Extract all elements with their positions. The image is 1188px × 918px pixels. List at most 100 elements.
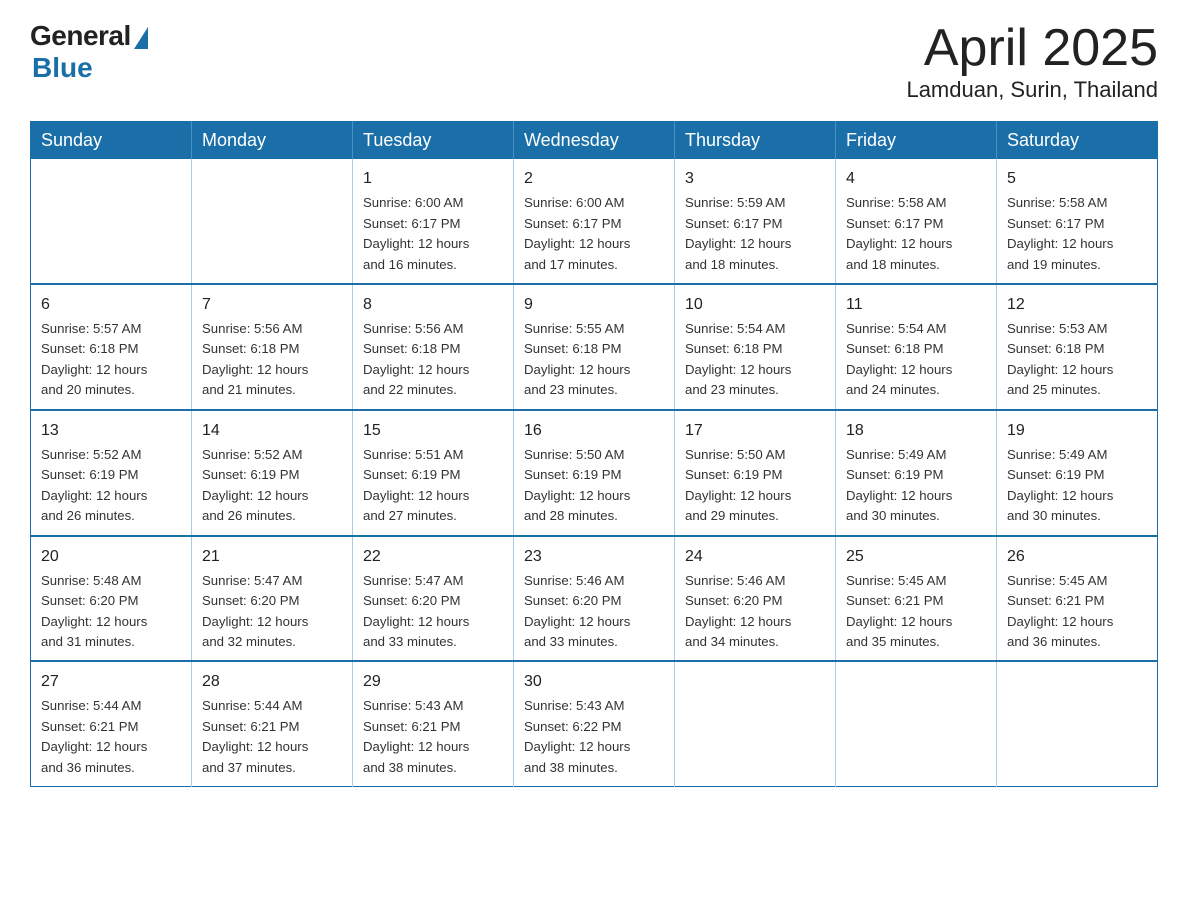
day-info: Sunrise: 5:49 AM Sunset: 6:19 PM Dayligh… <box>1007 445 1147 527</box>
calendar-cell: 13Sunrise: 5:52 AM Sunset: 6:19 PM Dayli… <box>31 410 192 536</box>
day-info: Sunrise: 5:51 AM Sunset: 6:19 PM Dayligh… <box>363 445 503 527</box>
day-info: Sunrise: 5:59 AM Sunset: 6:17 PM Dayligh… <box>685 193 825 275</box>
calendar-week-row: 1Sunrise: 6:00 AM Sunset: 6:17 PM Daylig… <box>31 159 1158 284</box>
day-number: 27 <box>41 670 181 694</box>
day-number: 3 <box>685 167 825 191</box>
calendar-cell: 29Sunrise: 5:43 AM Sunset: 6:21 PM Dayli… <box>353 661 514 786</box>
day-number: 8 <box>363 293 503 317</box>
calendar-cell: 24Sunrise: 5:46 AM Sunset: 6:20 PM Dayli… <box>675 536 836 662</box>
day-info: Sunrise: 5:53 AM Sunset: 6:18 PM Dayligh… <box>1007 319 1147 401</box>
day-info: Sunrise: 5:50 AM Sunset: 6:19 PM Dayligh… <box>685 445 825 527</box>
calendar-cell: 23Sunrise: 5:46 AM Sunset: 6:20 PM Dayli… <box>514 536 675 662</box>
day-info: Sunrise: 5:55 AM Sunset: 6:18 PM Dayligh… <box>524 319 664 401</box>
calendar-week-row: 13Sunrise: 5:52 AM Sunset: 6:19 PM Dayli… <box>31 410 1158 536</box>
day-info: Sunrise: 5:46 AM Sunset: 6:20 PM Dayligh… <box>524 571 664 653</box>
day-number: 6 <box>41 293 181 317</box>
calendar-cell: 19Sunrise: 5:49 AM Sunset: 6:19 PM Dayli… <box>997 410 1158 536</box>
logo-triangle-icon <box>134 27 148 49</box>
day-number: 13 <box>41 419 181 443</box>
day-info: Sunrise: 6:00 AM Sunset: 6:17 PM Dayligh… <box>363 193 503 275</box>
calendar-cell: 30Sunrise: 5:43 AM Sunset: 6:22 PM Dayli… <box>514 661 675 786</box>
calendar-cell: 22Sunrise: 5:47 AM Sunset: 6:20 PM Dayli… <box>353 536 514 662</box>
day-number: 9 <box>524 293 664 317</box>
calendar-cell: 27Sunrise: 5:44 AM Sunset: 6:21 PM Dayli… <box>31 661 192 786</box>
weekday-header-sunday: Sunday <box>31 122 192 160</box>
day-number: 10 <box>685 293 825 317</box>
day-number: 7 <box>202 293 342 317</box>
calendar-cell <box>997 661 1158 786</box>
calendar-table: SundayMondayTuesdayWednesdayThursdayFrid… <box>30 121 1158 787</box>
day-number: 26 <box>1007 545 1147 569</box>
day-number: 16 <box>524 419 664 443</box>
calendar-cell: 20Sunrise: 5:48 AM Sunset: 6:20 PM Dayli… <box>31 536 192 662</box>
logo: General Blue <box>30 20 148 84</box>
location-subtitle: Lamduan, Surin, Thailand <box>906 77 1158 103</box>
day-number: 21 <box>202 545 342 569</box>
calendar-cell: 5Sunrise: 5:58 AM Sunset: 6:17 PM Daylig… <box>997 159 1158 284</box>
calendar-cell: 12Sunrise: 5:53 AM Sunset: 6:18 PM Dayli… <box>997 284 1158 410</box>
calendar-cell: 10Sunrise: 5:54 AM Sunset: 6:18 PM Dayli… <box>675 284 836 410</box>
title-area: April 2025 Lamduan, Surin, Thailand <box>906 20 1158 103</box>
day-info: Sunrise: 5:54 AM Sunset: 6:18 PM Dayligh… <box>685 319 825 401</box>
day-info: Sunrise: 5:58 AM Sunset: 6:17 PM Dayligh… <box>846 193 986 275</box>
logo-general-text: General <box>30 20 131 52</box>
weekday-header-monday: Monday <box>192 122 353 160</box>
calendar-cell: 6Sunrise: 5:57 AM Sunset: 6:18 PM Daylig… <box>31 284 192 410</box>
day-info: Sunrise: 5:44 AM Sunset: 6:21 PM Dayligh… <box>41 696 181 778</box>
page-header: General Blue April 2025 Lamduan, Surin, … <box>30 20 1158 103</box>
calendar-cell <box>31 159 192 284</box>
day-number: 22 <box>363 545 503 569</box>
calendar-cell: 25Sunrise: 5:45 AM Sunset: 6:21 PM Dayli… <box>836 536 997 662</box>
day-number: 19 <box>1007 419 1147 443</box>
day-number: 2 <box>524 167 664 191</box>
calendar-cell: 28Sunrise: 5:44 AM Sunset: 6:21 PM Dayli… <box>192 661 353 786</box>
calendar-cell: 17Sunrise: 5:50 AM Sunset: 6:19 PM Dayli… <box>675 410 836 536</box>
calendar-cell <box>836 661 997 786</box>
day-info: Sunrise: 5:43 AM Sunset: 6:21 PM Dayligh… <box>363 696 503 778</box>
day-number: 20 <box>41 545 181 569</box>
logo-blue-text: Blue <box>32 52 93 84</box>
calendar-cell: 1Sunrise: 6:00 AM Sunset: 6:17 PM Daylig… <box>353 159 514 284</box>
calendar-cell: 26Sunrise: 5:45 AM Sunset: 6:21 PM Dayli… <box>997 536 1158 662</box>
day-info: Sunrise: 5:46 AM Sunset: 6:20 PM Dayligh… <box>685 571 825 653</box>
calendar-week-row: 27Sunrise: 5:44 AM Sunset: 6:21 PM Dayli… <box>31 661 1158 786</box>
day-info: Sunrise: 5:45 AM Sunset: 6:21 PM Dayligh… <box>846 571 986 653</box>
day-info: Sunrise: 5:47 AM Sunset: 6:20 PM Dayligh… <box>363 571 503 653</box>
weekday-header-friday: Friday <box>836 122 997 160</box>
calendar-cell: 14Sunrise: 5:52 AM Sunset: 6:19 PM Dayli… <box>192 410 353 536</box>
day-info: Sunrise: 5:56 AM Sunset: 6:18 PM Dayligh… <box>363 319 503 401</box>
day-number: 14 <box>202 419 342 443</box>
day-number: 28 <box>202 670 342 694</box>
calendar-cell <box>675 661 836 786</box>
calendar-week-row: 6Sunrise: 5:57 AM Sunset: 6:18 PM Daylig… <box>31 284 1158 410</box>
weekday-header-saturday: Saturday <box>997 122 1158 160</box>
day-number: 17 <box>685 419 825 443</box>
calendar-cell: 7Sunrise: 5:56 AM Sunset: 6:18 PM Daylig… <box>192 284 353 410</box>
day-info: Sunrise: 5:57 AM Sunset: 6:18 PM Dayligh… <box>41 319 181 401</box>
day-info: Sunrise: 5:49 AM Sunset: 6:19 PM Dayligh… <box>846 445 986 527</box>
day-info: Sunrise: 5:48 AM Sunset: 6:20 PM Dayligh… <box>41 571 181 653</box>
calendar-body: 1Sunrise: 6:00 AM Sunset: 6:17 PM Daylig… <box>31 159 1158 787</box>
day-number: 24 <box>685 545 825 569</box>
day-number: 5 <box>1007 167 1147 191</box>
day-info: Sunrise: 5:56 AM Sunset: 6:18 PM Dayligh… <box>202 319 342 401</box>
day-info: Sunrise: 5:52 AM Sunset: 6:19 PM Dayligh… <box>41 445 181 527</box>
calendar-cell: 15Sunrise: 5:51 AM Sunset: 6:19 PM Dayli… <box>353 410 514 536</box>
day-info: Sunrise: 5:43 AM Sunset: 6:22 PM Dayligh… <box>524 696 664 778</box>
calendar-week-row: 20Sunrise: 5:48 AM Sunset: 6:20 PM Dayli… <box>31 536 1158 662</box>
calendar-cell: 4Sunrise: 5:58 AM Sunset: 6:17 PM Daylig… <box>836 159 997 284</box>
day-info: Sunrise: 5:54 AM Sunset: 6:18 PM Dayligh… <box>846 319 986 401</box>
day-info: Sunrise: 5:58 AM Sunset: 6:17 PM Dayligh… <box>1007 193 1147 275</box>
day-info: Sunrise: 6:00 AM Sunset: 6:17 PM Dayligh… <box>524 193 664 275</box>
day-number: 18 <box>846 419 986 443</box>
day-info: Sunrise: 5:45 AM Sunset: 6:21 PM Dayligh… <box>1007 571 1147 653</box>
day-number: 11 <box>846 293 986 317</box>
day-number: 29 <box>363 670 503 694</box>
day-info: Sunrise: 5:50 AM Sunset: 6:19 PM Dayligh… <box>524 445 664 527</box>
day-number: 25 <box>846 545 986 569</box>
day-number: 1 <box>363 167 503 191</box>
calendar-cell <box>192 159 353 284</box>
calendar-cell: 2Sunrise: 6:00 AM Sunset: 6:17 PM Daylig… <box>514 159 675 284</box>
weekday-header-thursday: Thursday <box>675 122 836 160</box>
calendar-header: SundayMondayTuesdayWednesdayThursdayFrid… <box>31 122 1158 160</box>
